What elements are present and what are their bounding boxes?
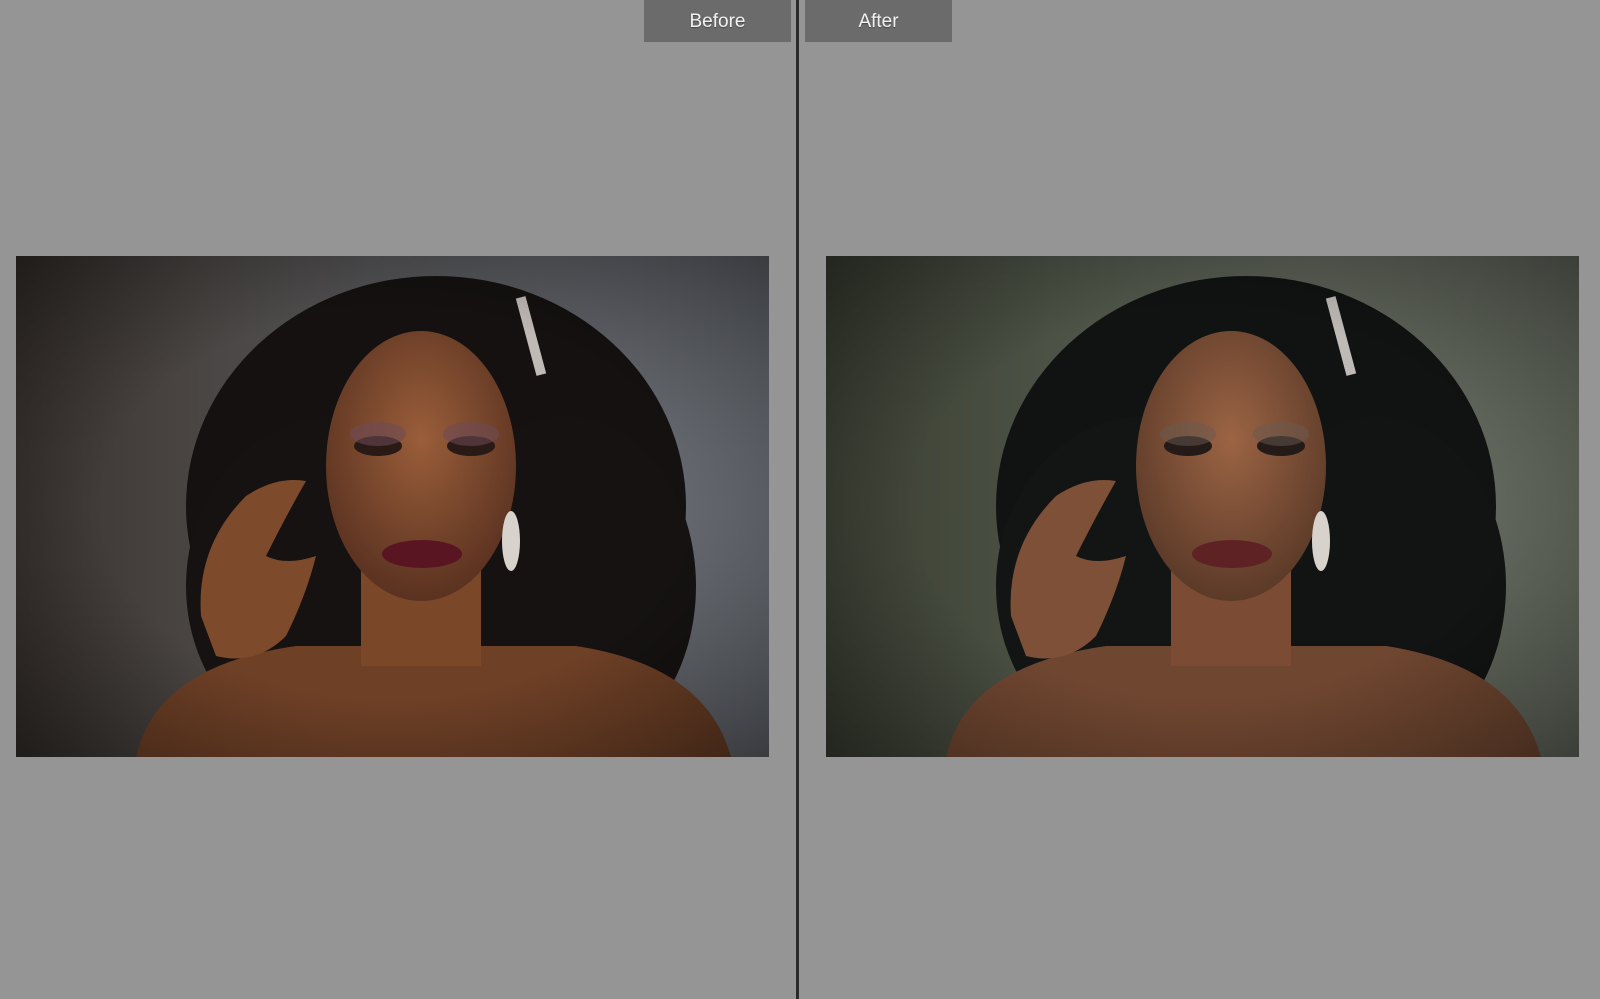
after-photo[interactable] bbox=[826, 256, 1579, 757]
before-label: Before bbox=[644, 0, 791, 42]
before-pane: Before bbox=[0, 0, 796, 999]
portrait-image-before bbox=[16, 256, 769, 757]
after-label: After bbox=[805, 0, 952, 42]
before-photo[interactable] bbox=[16, 256, 769, 757]
portrait-image-after bbox=[826, 256, 1579, 757]
